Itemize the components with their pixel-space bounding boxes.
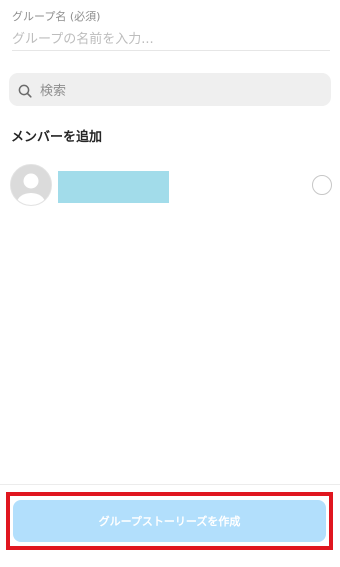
create-group-story-button[interactable]: グループストーリーズを作成 [13,500,326,542]
add-members-title: メンバーを追加 [11,130,103,145]
search-input[interactable]: 検索 [9,73,331,106]
search-placeholder: 検索 [40,84,67,99]
avatar [10,164,52,206]
member-row[interactable] [10,164,332,208]
member-name-redacted [58,171,169,203]
member-select-radio[interactable] [312,175,332,195]
group-name-input[interactable] [12,29,330,51]
group-name-label: グループ名 (必須) [12,10,101,23]
group-name-section: グループ名 (必須) [12,10,330,51]
search-icon [18,83,32,98]
